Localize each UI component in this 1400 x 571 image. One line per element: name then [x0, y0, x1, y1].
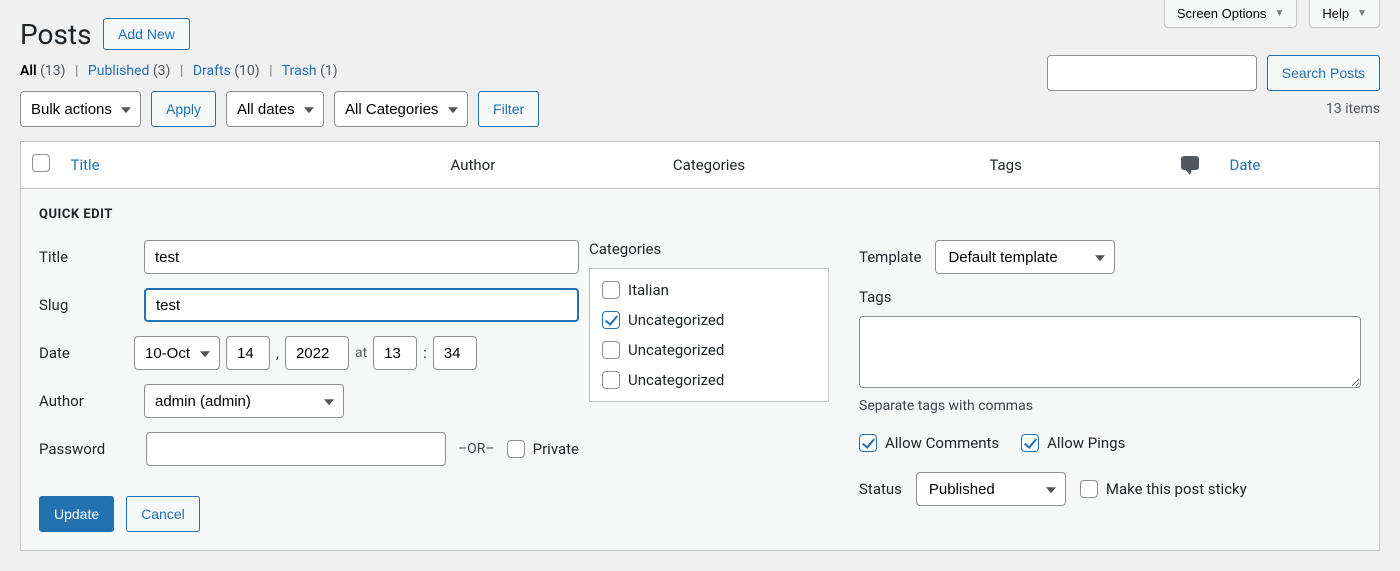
quick-edit-panel: QUICK EDIT Title Slug Date: [21, 188, 1379, 550]
update-button[interactable]: Update: [39, 496, 114, 532]
tags-label: Tags: [859, 288, 1361, 306]
column-categories: Categories: [663, 142, 979, 189]
at-label: at: [355, 345, 367, 361]
column-date[interactable]: Date: [1220, 142, 1380, 189]
category-checkbox-2[interactable]: [602, 341, 620, 359]
sticky-checkbox[interactable]: [1080, 480, 1098, 498]
screen-options-label: Screen Options: [1177, 6, 1267, 21]
filter-drafts[interactable]: Drafts (10): [193, 63, 260, 79]
title-input[interactable]: [144, 240, 579, 274]
category-label: Italian: [628, 281, 669, 299]
slug-label: Slug: [39, 296, 134, 314]
category-checkbox-3[interactable]: [602, 371, 620, 389]
filter-button[interactable]: Filter: [478, 91, 539, 127]
search-input[interactable]: [1047, 55, 1257, 91]
category-label: Uncategorized: [628, 341, 724, 359]
categories-box: Italian Uncategorized Uncategorized Unca…: [589, 268, 829, 402]
minute-input[interactable]: [433, 336, 477, 370]
month-select[interactable]: 10-Oct: [134, 336, 220, 370]
apply-button[interactable]: Apply: [151, 91, 216, 127]
page-title: Posts: [20, 18, 92, 51]
status-label: Status: [859, 480, 902, 498]
column-tags: Tags: [979, 142, 1159, 189]
posts-table: Title Author Categories Tags Date QUICK …: [20, 141, 1380, 551]
select-all-checkbox[interactable]: [32, 154, 50, 172]
password-label: Password: [39, 440, 134, 458]
category-label: Uncategorized: [628, 371, 724, 389]
password-input[interactable]: [146, 432, 446, 466]
private-checkbox[interactable]: [507, 440, 525, 458]
cancel-button[interactable]: Cancel: [126, 496, 200, 532]
allow-comments-checkbox[interactable]: [859, 434, 877, 452]
tags-hint: Separate tags with commas: [859, 398, 1361, 414]
date-label: Date: [39, 344, 134, 362]
filter-published[interactable]: Published (3): [88, 63, 171, 79]
date-filter-select[interactable]: All dates: [226, 91, 324, 127]
hour-input[interactable]: [373, 336, 417, 370]
private-label: Private: [533, 440, 579, 458]
year-input[interactable]: [285, 336, 349, 370]
allow-pings-label: Allow Pings: [1047, 434, 1125, 452]
add-new-button[interactable]: Add New: [103, 18, 190, 50]
help-button[interactable]: Help ▼: [1309, 0, 1380, 28]
template-label: Template: [859, 248, 921, 266]
bulk-actions-select[interactable]: Bulk actions: [20, 91, 141, 127]
items-count: 13 items: [1326, 101, 1380, 117]
filter-trash[interactable]: Trash (1): [282, 63, 338, 79]
title-label: Title: [39, 248, 134, 266]
author-label: Author: [39, 392, 134, 410]
category-checkbox-0[interactable]: [602, 281, 620, 299]
chevron-down-icon: ▼: [1274, 8, 1284, 19]
search-posts-button[interactable]: Search Posts: [1267, 55, 1380, 91]
tags-textarea[interactable]: [859, 316, 1361, 388]
category-filter-select[interactable]: All Categories: [334, 91, 468, 127]
author-select[interactable]: admin (admin): [144, 384, 344, 418]
allow-pings-checkbox[interactable]: [1021, 434, 1039, 452]
column-author: Author: [441, 142, 663, 189]
column-title[interactable]: Title: [61, 142, 441, 189]
filter-all[interactable]: All (13): [20, 63, 66, 79]
status-select[interactable]: Published: [916, 472, 1066, 506]
slug-input[interactable]: [144, 288, 579, 322]
category-checkbox-1[interactable]: [602, 311, 620, 329]
sticky-label: Make this post sticky: [1106, 480, 1247, 498]
help-label: Help: [1322, 6, 1349, 21]
or-label: –OR–: [458, 441, 495, 457]
chevron-down-icon: ▼: [1357, 8, 1367, 19]
day-input[interactable]: [226, 336, 270, 370]
template-select[interactable]: Default template: [935, 240, 1115, 274]
category-label: Uncategorized: [628, 311, 724, 329]
quick-edit-heading: QUICK EDIT: [39, 207, 1361, 222]
screen-options-button[interactable]: Screen Options ▼: [1164, 0, 1298, 28]
comments-icon: [1181, 156, 1199, 170]
column-comments[interactable]: [1160, 142, 1220, 189]
categories-heading: Categories: [589, 240, 849, 258]
allow-comments-label: Allow Comments: [885, 434, 999, 452]
